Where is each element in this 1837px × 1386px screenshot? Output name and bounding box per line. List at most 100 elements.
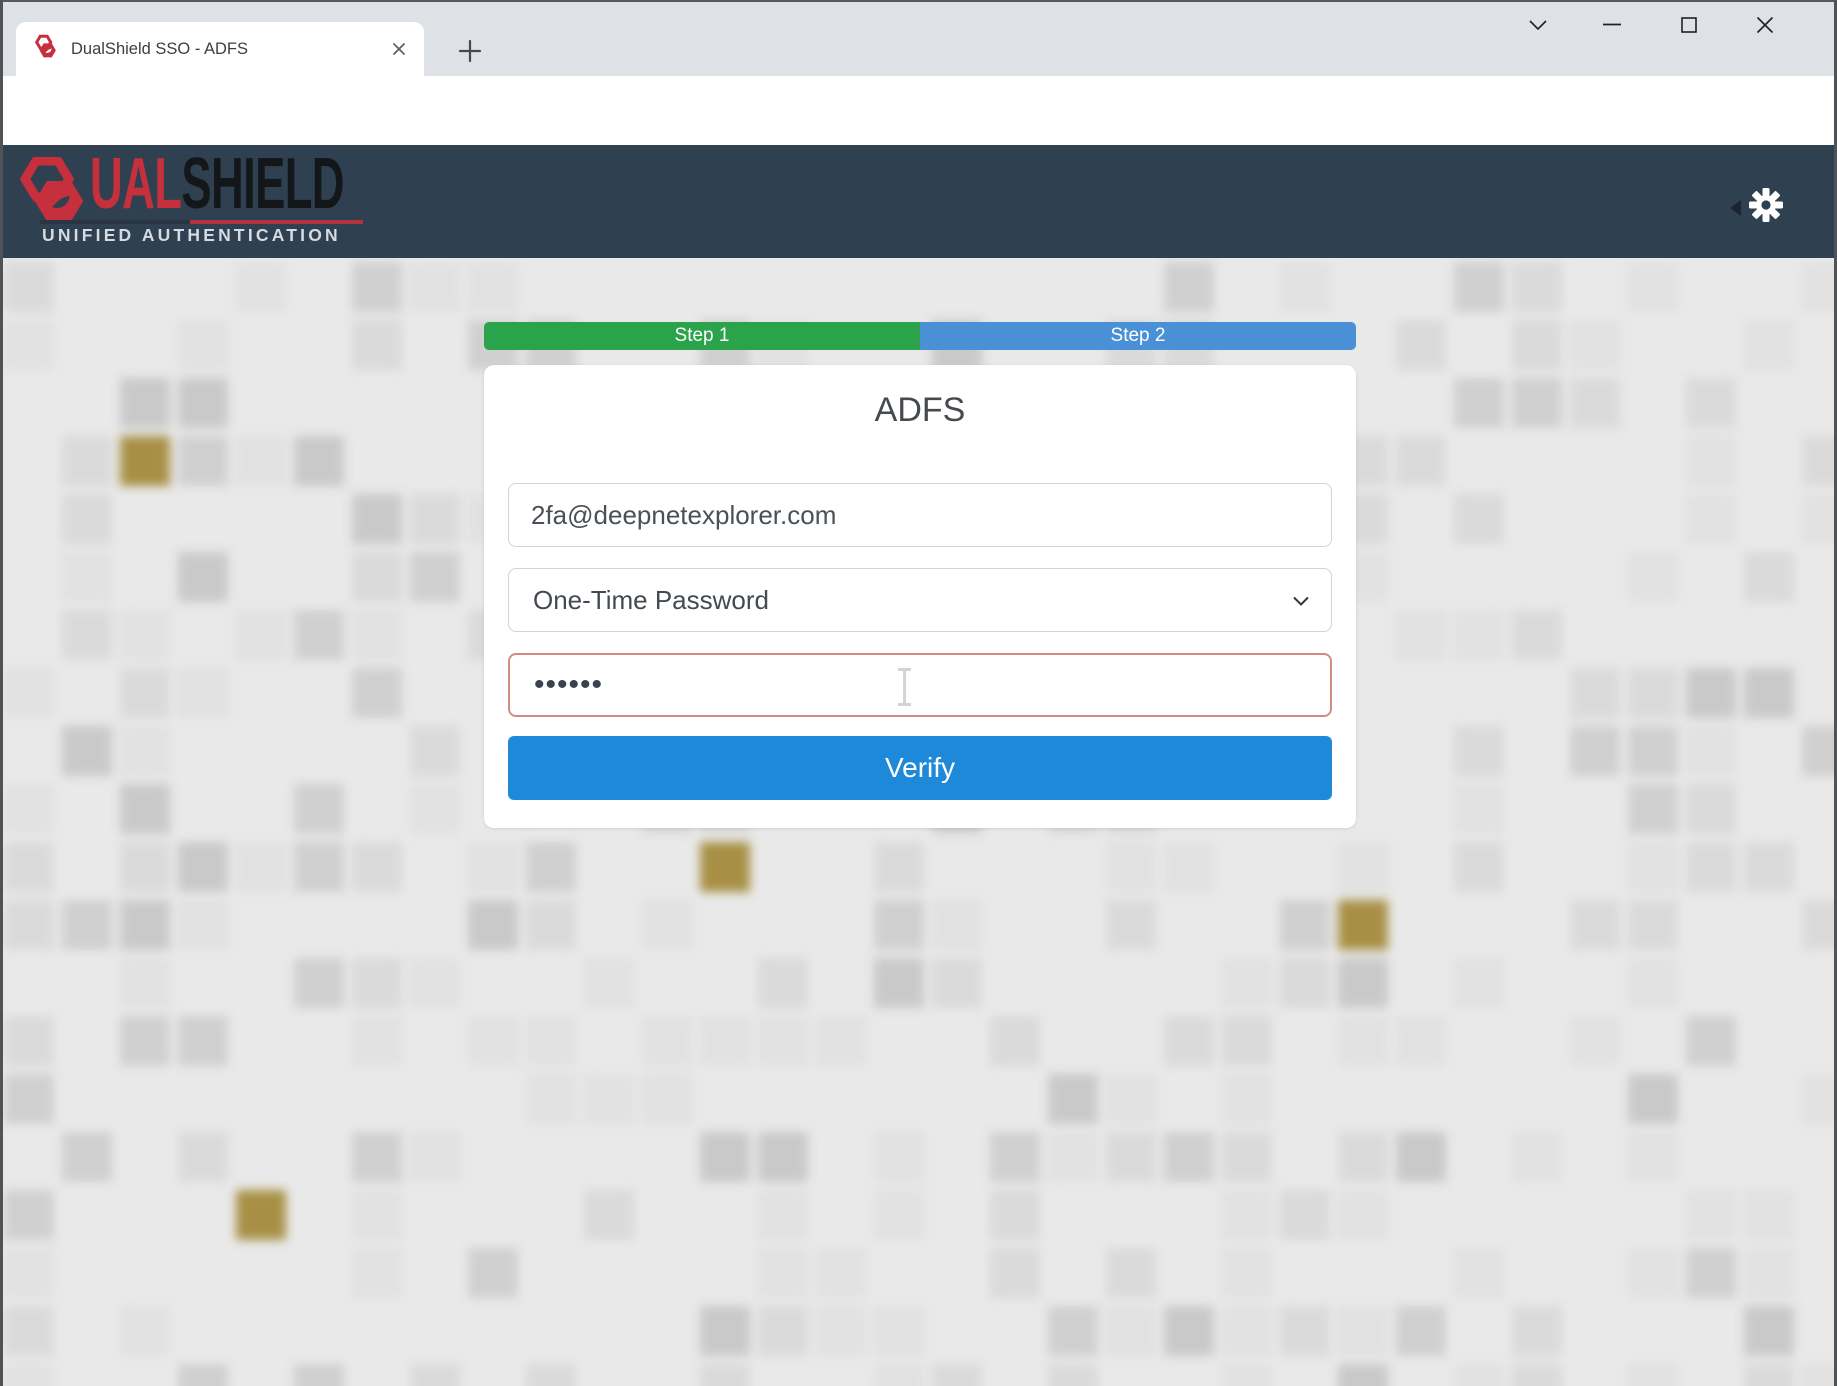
mosaic-tile: [120, 958, 170, 1008]
page-background: Step 1 Step 2 ADFS One-Time Password Ver…: [0, 258, 1837, 1386]
mosaic-tile: [932, 900, 982, 950]
mosaic-tile: [1628, 726, 1678, 776]
mosaic-tile: [236, 1190, 286, 1240]
mosaic-tile: [410, 552, 460, 602]
mosaic-tile: [294, 436, 344, 486]
mosaic-tile: [468, 1248, 518, 1298]
mosaic-tile: [1570, 320, 1620, 370]
mosaic-tile: [4, 1248, 54, 1298]
mosaic-tile: [816, 1016, 866, 1066]
mosaic-tile: [1222, 1132, 1272, 1182]
mosaic-tile: [1686, 436, 1736, 486]
mosaic-tile: [1744, 668, 1794, 718]
step-1-bar: Step 1: [484, 322, 920, 350]
mosaic-tile: [4, 1364, 54, 1386]
mosaic-tile: [1222, 1074, 1272, 1124]
mosaic-tile: [1570, 1016, 1620, 1066]
mosaic-tile: [1338, 1364, 1388, 1386]
mosaic-tile: [1744, 1306, 1794, 1356]
tab-title: DualShield SSO - ADFS: [71, 40, 386, 59]
settings-gear-button[interactable]: [1747, 186, 1785, 229]
mosaic-tile: [410, 494, 460, 544]
mosaic-tile: [352, 610, 402, 660]
mosaic-tile: [120, 726, 170, 776]
mosaic-tile: [410, 958, 460, 1008]
mosaic-tile: [1744, 552, 1794, 602]
mosaic-tile: [1512, 610, 1562, 660]
mosaic-tile: [1222, 1016, 1272, 1066]
brand-wordmark: UALSHIELD: [90, 151, 344, 217]
mosaic-tile: [178, 552, 228, 602]
mosaic-tile: [1222, 1306, 1272, 1356]
mosaic-tile: [758, 958, 808, 1008]
otp-code-input[interactable]: [508, 653, 1332, 717]
step-2-bar: Step 2: [920, 322, 1356, 350]
step-2-label: Step 2: [1111, 325, 1166, 347]
mosaic-tile: [1686, 726, 1736, 776]
mosaic-tile: [1454, 784, 1504, 834]
minimize-button[interactable]: [1589, 6, 1635, 44]
brand-subtitle: UNIFIED AUTHENTICATION: [42, 225, 341, 246]
verify-button[interactable]: Verify: [508, 736, 1332, 800]
mosaic-tile: [120, 784, 170, 834]
tab-close-icon[interactable]: [386, 36, 412, 62]
mosaic-tile: [62, 494, 112, 544]
mosaic-tile: [62, 1132, 112, 1182]
mosaic-tile: [62, 900, 112, 950]
mosaic-tile: [120, 842, 170, 892]
mosaic-tile: [874, 900, 924, 950]
mosaic-tile: [816, 1248, 866, 1298]
method-selected-value: One-Time Password: [533, 585, 769, 616]
mosaic-tile: [352, 668, 402, 718]
mosaic-tile: [758, 1248, 808, 1298]
mosaic-tile: [874, 842, 924, 892]
mosaic-tile: [352, 1132, 402, 1182]
username-input[interactable]: [508, 483, 1332, 547]
mosaic-tile: [294, 610, 344, 660]
mosaic-tile: [178, 1364, 228, 1386]
mosaic-tile: [526, 842, 576, 892]
browser-tab[interactable]: DualShield SSO - ADFS: [16, 22, 424, 76]
mosaic-tile: [1570, 378, 1620, 428]
mosaic-tile: [1628, 900, 1678, 950]
mosaic-tile: [1048, 1074, 1098, 1124]
mosaic-tile: [120, 1016, 170, 1066]
mosaic-tile: [1164, 262, 1214, 312]
new-tab-button[interactable]: [452, 33, 488, 69]
mosaic-tile: [1396, 1306, 1446, 1356]
mosaic-tile: [120, 610, 170, 660]
mosaic-tile: [1802, 494, 1837, 544]
mosaic-tile: [1222, 1364, 1272, 1386]
mosaic-tile: [352, 958, 402, 1008]
mosaic-tile: [410, 262, 460, 312]
mosaic-tile: [410, 1364, 460, 1386]
wizard-steps: Step 1 Step 2: [484, 322, 1356, 350]
mosaic-tile: [4, 900, 54, 950]
mosaic-tile: [816, 1306, 866, 1356]
mosaic-tile: [1106, 1248, 1156, 1298]
mosaic-tile: [1396, 436, 1446, 486]
maximize-button[interactable]: [1666, 6, 1712, 44]
mosaic-tile: [1570, 900, 1620, 950]
login-card: ADFS One-Time Password Verify: [484, 365, 1356, 828]
mosaic-tile: [1454, 378, 1504, 428]
mosaic-tile: [178, 842, 228, 892]
browser-titlebar: DualShield SSO - ADFS: [0, 0, 1837, 76]
chevron-down-icon: [1291, 591, 1311, 611]
mosaic-tile: [4, 842, 54, 892]
mosaic-tile: [1744, 842, 1794, 892]
tab-search-button[interactable]: [1515, 6, 1561, 44]
mosaic-tile: [1628, 1074, 1678, 1124]
mosaic-tile: [1454, 842, 1504, 892]
mosaic-tile: [62, 610, 112, 660]
mosaic-tile: [178, 1132, 228, 1182]
close-button[interactable]: [1742, 6, 1788, 44]
method-select[interactable]: One-Time Password: [508, 568, 1332, 632]
mosaic-tile: [236, 436, 286, 486]
mosaic-tile: [120, 668, 170, 718]
chevron-down-icon: [1528, 19, 1548, 31]
brand-underline: [40, 220, 363, 224]
mosaic-tile: [1338, 958, 1388, 1008]
mosaic-tile: [990, 1016, 1040, 1066]
mosaic-tile: [1338, 1132, 1388, 1182]
